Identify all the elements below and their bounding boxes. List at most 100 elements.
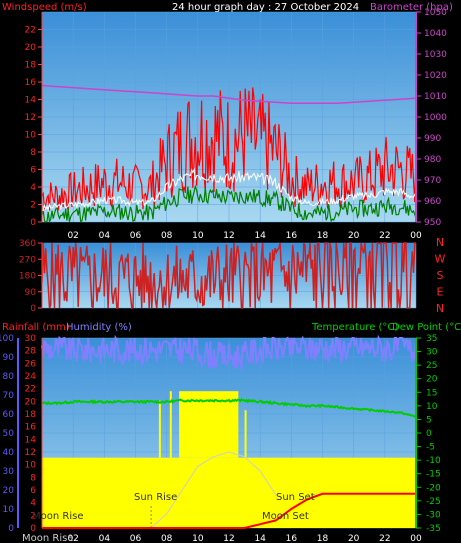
temp-y-tick: 0 [426,429,432,439]
wind-y-tick: 12 [25,113,36,123]
rain-y-tick: 6 [30,486,36,496]
wind-x-tick: 08 [161,231,173,241]
wind-y-tick: 10 [25,131,37,141]
wind-x-tick: 12 [223,231,234,241]
sun-set-label: Sun Set [276,492,315,503]
temp-y-tick: 30 [426,348,438,358]
wind-x-tick: 16 [286,231,298,241]
temp-x-tick: 04 [99,534,111,543]
temp-y-tick: -15 [426,470,441,480]
dir-y-tick: 180 [19,272,36,282]
wind-y-tick: 8 [30,148,36,158]
rain-y-tick: 18 [25,410,37,420]
humidity-y-tick: 0 [8,524,14,534]
baro-y-tick: 950 [424,218,441,228]
wind-y-tick: 4 [30,183,36,193]
sunshine-spike [244,410,247,458]
wind-y-tick: 6 [30,166,36,176]
rain-y-tick: 30 [25,334,37,344]
temp-x-tick: 22 [379,534,390,543]
rain-y-tick: 24 [25,372,37,382]
rain-y-tick: 8 [30,473,36,483]
dir-y-tick: 90 [25,288,37,298]
temp-y-tick: -20 [426,483,441,493]
temp-y-tick: 25 [426,361,437,371]
sun-rise-label: Sun Rise [134,492,177,503]
temp-x-tick: 18 [317,534,329,543]
humidity-y-tick: 70 [3,391,15,401]
dir-compass-label: W [435,253,446,266]
sunshine-spike [158,400,161,458]
temp-x-tick: 00 [410,534,422,543]
temp-x-tick: 14 [254,534,266,543]
rain-y-tick: 26 [25,359,37,369]
temp-y-tick: -10 [426,456,441,466]
humidity-y-tick: 60 [3,410,15,420]
temp-x-tick: 16 [286,534,298,543]
humidity-y-tick: 80 [3,372,15,382]
wind-title: Windspeed (m/s) [2,2,87,13]
wind-x-tick: 20 [348,231,360,241]
humidity-y-tick: 100 [0,334,14,344]
dir-compass-label: S [437,269,444,282]
temp-y-tick: -5 [426,443,435,453]
wind-x-tick: 02 [67,231,78,241]
rain-y-tick: 14 [25,435,37,445]
rain-y-tick: 12 [25,448,36,458]
baro-y-tick: 970 [424,176,441,186]
wind-x-tick: 06 [130,231,142,241]
rain-y-tick: 20 [25,397,37,407]
dir-compass-label: N [436,302,444,315]
moon-rise-bottom-label: Moon Rise [22,533,73,543]
temp-x-tick: 12 [223,534,234,543]
baro-y-tick: 990 [424,134,441,144]
wind-y-tick: 14 [25,96,37,106]
baro-y-tick: 1010 [424,92,447,102]
rain-title: Rainfall (mm) [2,322,70,333]
humidity-y-tick: 40 [3,448,15,458]
dir-y-tick: 360 [19,239,36,249]
wind-x-tick: 18 [317,231,329,241]
baro-y-tick: 1040 [424,29,447,39]
wind-x-tick: 14 [254,231,266,241]
chart-title: 24 hour graph day : 27 October 2024 [172,2,359,13]
wind-x-tick: 00 [410,231,422,241]
wind-x-tick: 22 [379,231,390,241]
temp-x-tick: 08 [161,534,173,543]
baro-y-tick: 1030 [424,50,447,60]
wind-x-tick: 10 [192,231,204,241]
temp-x-tick: 10 [192,534,204,543]
dir-compass-label: E [437,286,444,299]
baro-y-tick: 960 [424,197,441,207]
temp-y-tick: -25 [426,497,441,507]
humidity-y-tick: 30 [3,467,15,477]
temp-y-tick: -30 [426,510,441,520]
rain-y-tick: 22 [25,385,36,395]
wind-y-tick: 2 [30,201,36,211]
rain-y-tick: 10 [25,461,37,471]
temp-x-tick: 20 [348,534,360,543]
temp-y-tick: 10 [426,402,438,412]
humidity-y-tick: 20 [3,486,15,496]
wind-y-tick: 18 [25,61,37,71]
rain-y-tick: 4 [30,499,36,509]
rain-y-tick: 28 [25,347,37,357]
temp-x-tick: 06 [130,534,142,543]
wind-y-tick: 20 [25,43,37,53]
dir-compass-label: N [436,236,444,249]
dir-y-tick: 270 [19,255,36,265]
rain-y-tick: 16 [25,423,37,433]
wind-y-tick: 0 [30,218,36,228]
humidity-y-tick: 90 [3,353,15,363]
humidity-y-tick: 10 [3,505,15,515]
dew-title: Dew Point (°C) [392,322,461,333]
moon-set-label: Moon Set [262,511,309,522]
temp-y-tick: 20 [426,375,438,385]
dir-y-tick: 0 [30,304,36,314]
humidity-y-tick: 50 [3,429,15,439]
wind-x-tick: 04 [99,231,111,241]
baro-y-tick: 980 [424,155,441,165]
temp-y-tick: 5 [426,415,432,425]
moon-rise-label: Moon Rise [32,511,83,522]
wind-y-tick: 16 [25,78,37,88]
